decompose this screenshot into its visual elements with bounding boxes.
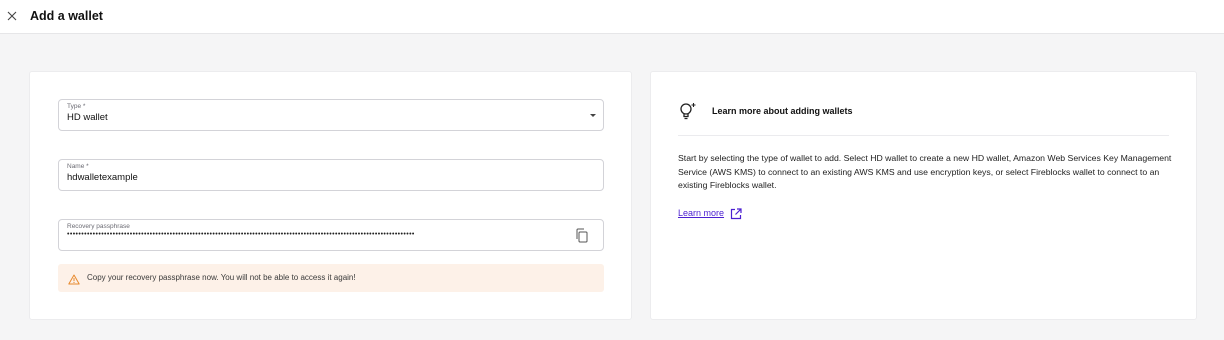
- type-value: HD wallet: [67, 112, 108, 123]
- recovery-passphrase-value: ••••••••••••••••••••••••••••••••••••••••…: [67, 231, 415, 238]
- close-icon[interactable]: [5, 9, 19, 23]
- info-card: Learn more about adding wallets Start by…: [650, 71, 1197, 320]
- learn-more-label[interactable]: Learn more: [678, 208, 724, 218]
- external-link-icon[interactable]: [730, 207, 742, 220]
- chevron-down-icon[interactable]: [590, 114, 596, 117]
- info-description: Start by selecting the type of wallet to…: [678, 153, 1172, 191]
- warning-icon: [68, 272, 80, 285]
- divider: [678, 135, 1169, 136]
- info-title: Learn more about adding wallets: [712, 106, 853, 116]
- wallet-form-card: Type * HD wallet Name * hdwalletexample …: [29, 71, 632, 320]
- copy-icon[interactable]: [575, 228, 589, 243]
- top-bar: Add a wallet: [0, 0, 1224, 34]
- lightbulb-icon: [678, 101, 698, 121]
- warning-text: Copy your recovery passphrase now. You w…: [87, 273, 356, 282]
- learn-more-link[interactable]: Learn more: [678, 207, 742, 220]
- recovery-passphrase-label: Recovery passphrase: [67, 223, 130, 230]
- recovery-passphrase-field[interactable]: Recovery passphrase ••••••••••••••••••••…: [58, 219, 604, 251]
- name-field[interactable]: Name * hdwalletexample: [58, 159, 604, 191]
- name-value: hdwalletexample: [67, 172, 138, 183]
- type-label: Type *: [67, 103, 86, 110]
- type-select[interactable]: Type * HD wallet: [58, 99, 604, 131]
- name-label: Name *: [67, 163, 89, 170]
- page-title: Add a wallet: [30, 9, 103, 23]
- passphrase-warning-banner: Copy your recovery passphrase now. You w…: [58, 264, 604, 292]
